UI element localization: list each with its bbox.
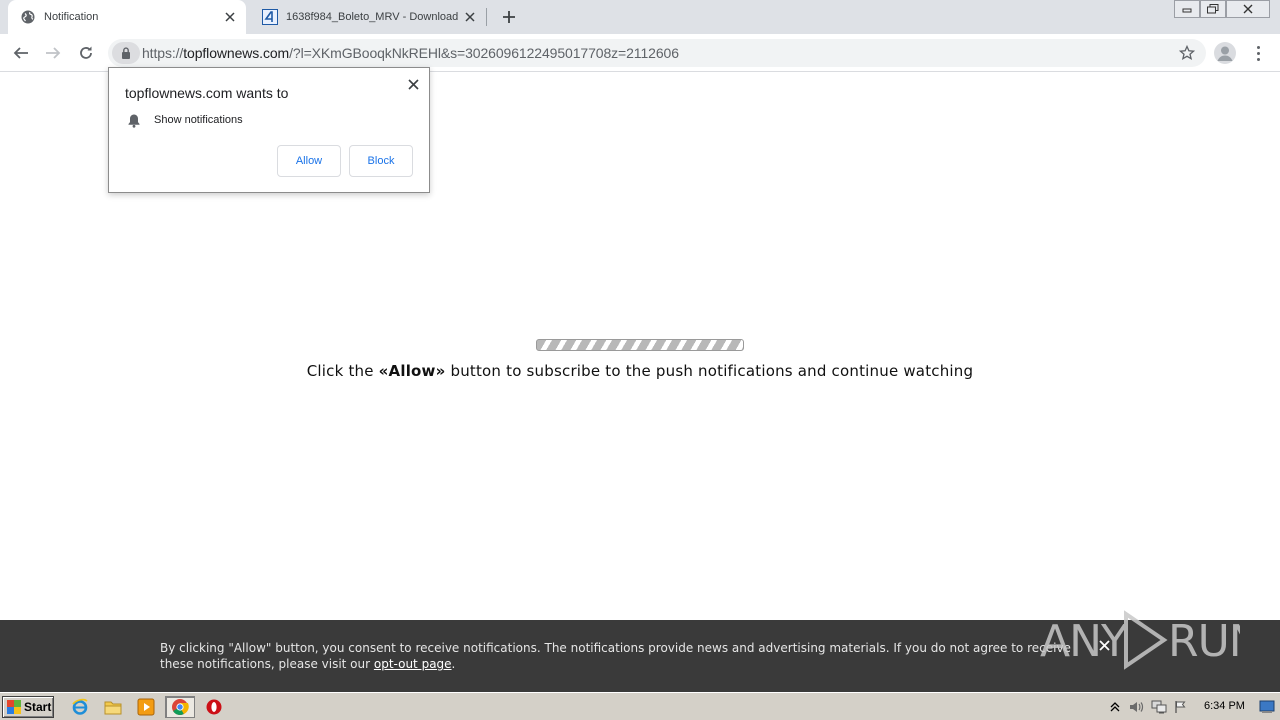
download-site-icon: [262, 9, 278, 25]
subscribe-instruction: Click the «Allow» button to subscribe to…: [0, 362, 1280, 380]
show-hidden-icons-chevron-icon[interactable]: [1104, 697, 1126, 717]
close-tab-icon[interactable]: [220, 7, 240, 27]
opera-icon[interactable]: [204, 697, 224, 717]
window-controls: [1174, 0, 1270, 18]
lock-icon[interactable]: [112, 42, 140, 64]
url-host: topflownews.com: [183, 45, 290, 61]
back-arrow-icon[interactable]: [8, 40, 34, 66]
bookmark-star-icon[interactable]: [1178, 44, 1196, 62]
consent-banner: By clicking "Allow" button, you consent …: [0, 620, 1280, 692]
restore-icon[interactable]: [1200, 0, 1226, 18]
minimize-icon[interactable]: [1174, 0, 1200, 18]
start-button[interactable]: Start: [2, 696, 54, 718]
allow-button[interactable]: Allow: [277, 145, 341, 177]
reload-icon[interactable]: [73, 40, 99, 66]
permission-row: Show notifications: [126, 112, 243, 128]
close-window-icon[interactable]: [1226, 0, 1270, 18]
message-allow-emphasis: «Allow»: [378, 362, 446, 380]
tab-strip: Notification 1638f984_Boleto_MRV - Downl…: [0, 0, 1280, 34]
forward-arrow-icon[interactable]: [40, 40, 66, 66]
close-banner-icon[interactable]: [1096, 637, 1112, 653]
consent-tail: .: [451, 657, 456, 671]
tab-separator: [486, 8, 487, 26]
url-path: /?l=XKmGBooqkNkREHl&s=302609612249501770…: [289, 45, 679, 61]
tab-boleto-download[interactable]: 1638f984_Boleto_MRV - Download -: [250, 0, 486, 34]
loading-progress-bar: [536, 339, 744, 351]
screen: Notification 1638f984_Boleto_MRV - Downl…: [0, 0, 1280, 720]
permission-label: Show notifications: [154, 114, 243, 126]
system-clock[interactable]: 6:34 PM: [1204, 700, 1245, 712]
windows-logo-icon: [7, 700, 21, 714]
block-button[interactable]: Block: [349, 145, 413, 177]
prompt-title: topflownews.com wants to: [125, 85, 289, 101]
tab-title: 1638f984_Boleto_MRV - Download -: [286, 11, 460, 23]
url-text: https://topflownews.com/?l=XKmGBooqkNkRE…: [142, 45, 679, 61]
notification-permission-prompt: topflownews.com wants to Show notificati…: [108, 67, 430, 193]
tab-notification[interactable]: Notification: [8, 0, 246, 34]
action-center-flag-icon[interactable]: [1170, 697, 1192, 717]
network-icon[interactable]: [1148, 697, 1170, 717]
bell-icon: [126, 112, 142, 128]
file-explorer-icon[interactable]: [103, 697, 123, 717]
chrome-icon[interactable]: [165, 696, 195, 718]
consent-text: By clicking "Allow" button, you consent …: [160, 640, 1080, 672]
message-part: Click the: [306, 362, 379, 380]
internet-explorer-icon[interactable]: [70, 697, 90, 717]
url-scheme: https://: [142, 45, 184, 61]
close-prompt-icon[interactable]: [405, 76, 421, 92]
close-tab-icon[interactable]: [460, 7, 480, 27]
volume-icon[interactable]: [1126, 697, 1148, 717]
address-bar[interactable]: https://topflownews.com/?l=XKmGBooqkNkRE…: [108, 39, 1206, 67]
media-player-icon[interactable]: [136, 697, 156, 717]
opt-out-link[interactable]: opt-out page: [374, 657, 452, 671]
start-label: Start: [24, 700, 52, 714]
globe-icon: [20, 9, 36, 25]
profile-avatar-icon[interactable]: [1214, 42, 1236, 64]
message-part: button to subscribe to the push notifica…: [445, 362, 974, 380]
show-desktop-icon[interactable]: [1258, 698, 1276, 716]
tab-title: Notification: [44, 11, 99, 23]
new-tab-plus-icon[interactable]: [497, 5, 521, 29]
consent-message: By clicking "Allow" button, you consent …: [160, 641, 1071, 671]
windows-taskbar: Start 6:34 PM: [0, 692, 1280, 720]
browser-menu-icon[interactable]: [1250, 42, 1266, 64]
